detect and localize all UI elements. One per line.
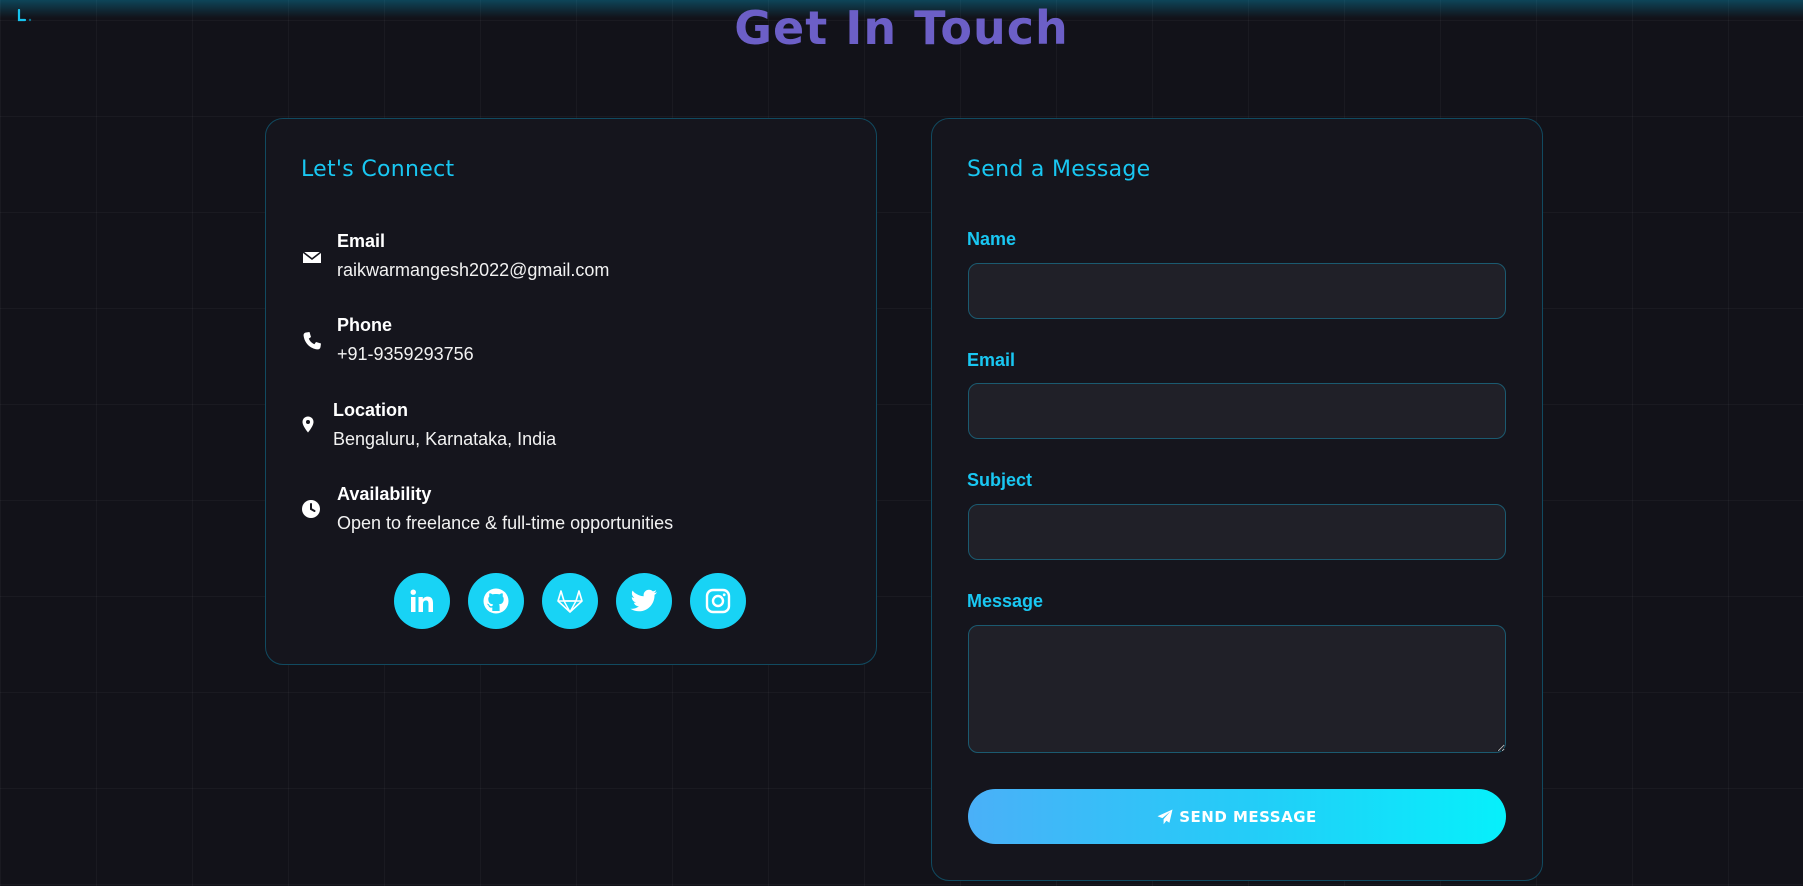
location-label: Location bbox=[333, 400, 408, 420]
map-pin-icon bbox=[302, 416, 314, 433]
page-title: Get In Touch bbox=[734, 1, 1069, 55]
availability-label: Availability bbox=[337, 484, 432, 504]
email-input[interactable] bbox=[968, 383, 1506, 439]
connect-title: Let's Connect bbox=[301, 157, 455, 182]
paper-plane-icon bbox=[1157, 809, 1173, 824]
phone-icon bbox=[303, 332, 321, 350]
availability-value: Open to freelance & full-time opportunit… bbox=[337, 513, 674, 533]
email-label: Email bbox=[337, 231, 386, 251]
message-textarea[interactable] bbox=[968, 625, 1506, 753]
envelope-icon bbox=[302, 251, 322, 263]
linkedin-link[interactable] bbox=[394, 573, 450, 629]
send-message-button[interactable]: SEND MESSAGE bbox=[968, 789, 1506, 844]
gitlab-link[interactable] bbox=[542, 573, 598, 629]
linkedin-icon bbox=[410, 589, 433, 612]
subject-input[interactable] bbox=[968, 504, 1506, 560]
instagram-icon bbox=[705, 588, 731, 614]
contact-location-row: Location Bengaluru, Karnataka, India bbox=[301, 398, 861, 458]
email-field-label: Email bbox=[967, 350, 1016, 370]
name-label: Name bbox=[967, 229, 1017, 249]
gitlab-icon bbox=[557, 590, 583, 613]
contact-phone-row: Phone +91-9359293756 bbox=[301, 313, 861, 373]
message-form-card: Send a Message Name Email Subject Messag… bbox=[931, 118, 1543, 881]
message-label: Message bbox=[967, 591, 1044, 611]
subject-label: Subject bbox=[967, 470, 1033, 490]
github-link[interactable] bbox=[468, 573, 524, 629]
github-icon bbox=[483, 588, 509, 614]
phone-label: Phone bbox=[337, 315, 393, 335]
clock-icon bbox=[302, 500, 320, 518]
email-value[interactable]: raikwarmangesh2022@gmail.com bbox=[337, 258, 609, 282]
instagram-link[interactable] bbox=[690, 573, 746, 629]
twitter-link[interactable] bbox=[616, 573, 672, 629]
contact-email-row: Email raikwarmangesh2022@gmail.com bbox=[301, 229, 861, 289]
connect-card: Let's Connect Email raikwarmangesh2022@g… bbox=[265, 118, 877, 665]
contact-availability-row: Availability Open to freelance & full-ti… bbox=[301, 482, 861, 542]
location-value: Bengaluru, Karnataka, India bbox=[333, 429, 557, 449]
send-message-label: SEND MESSAGE bbox=[1179, 807, 1317, 826]
twitter-icon bbox=[630, 589, 657, 612]
phone-value[interactable]: +91-9359293756 bbox=[337, 342, 474, 366]
form-title: Send a Message bbox=[967, 157, 1151, 182]
name-input[interactable] bbox=[968, 263, 1506, 319]
